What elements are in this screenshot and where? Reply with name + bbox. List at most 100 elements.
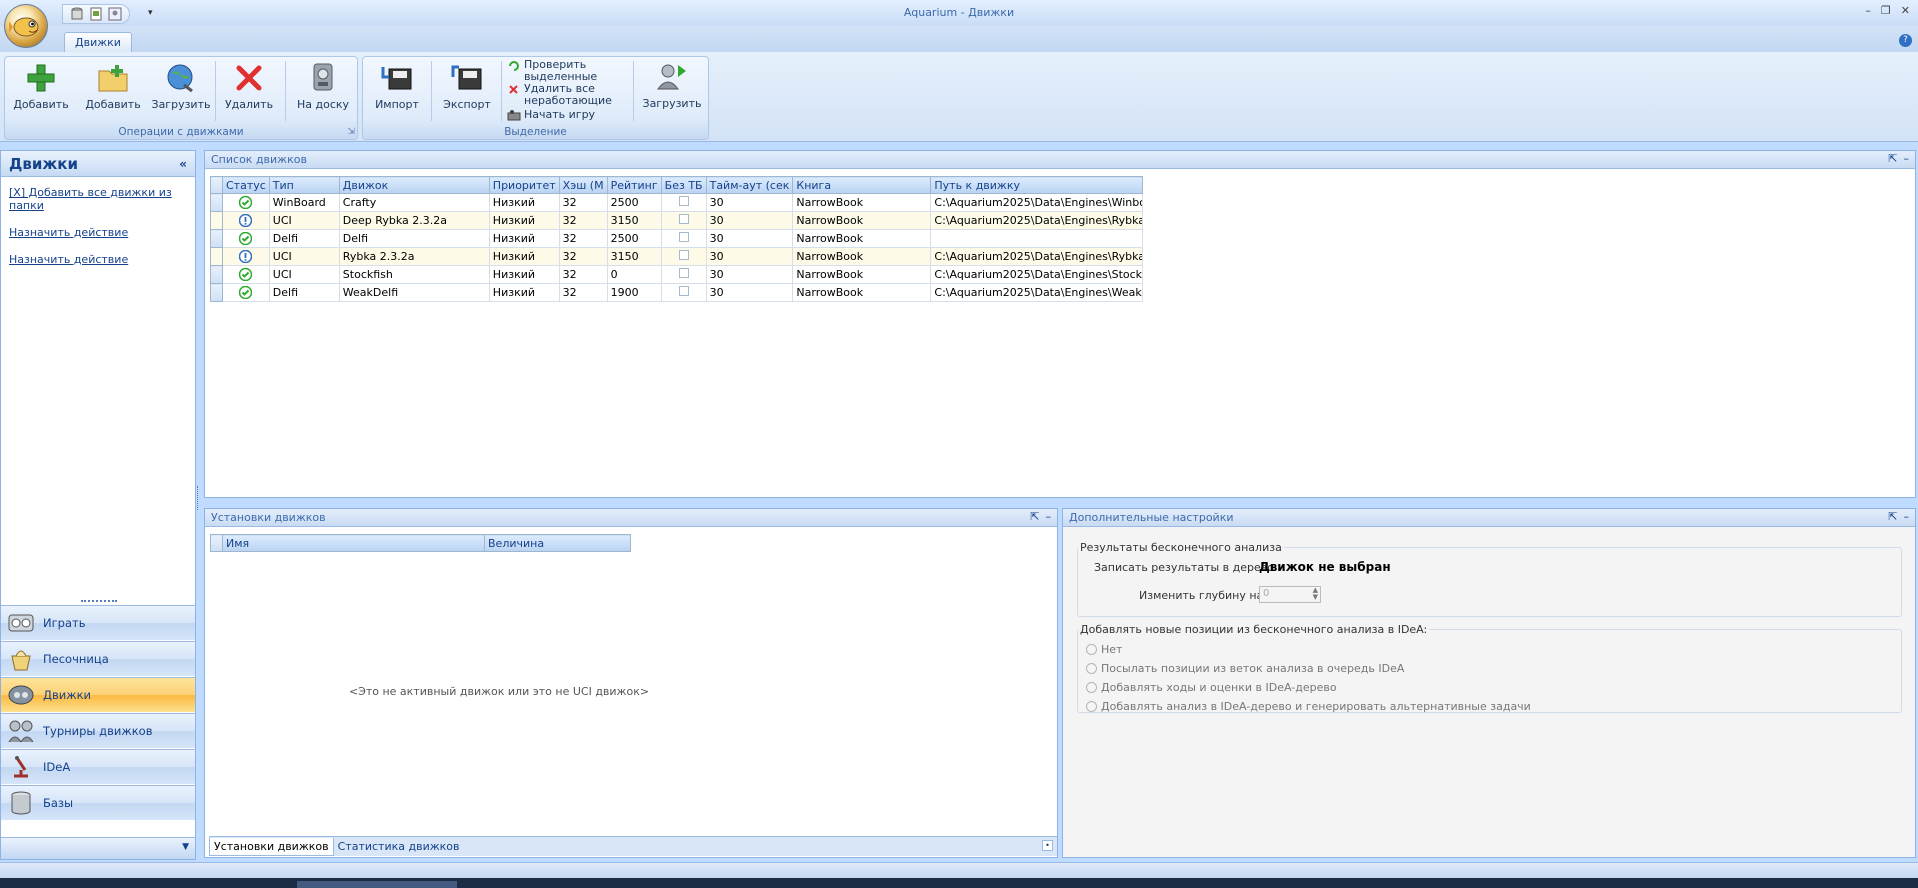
dialog-launcher-icon[interactable]: ⇲	[347, 127, 355, 137]
table-row[interactable]: UCI Rybka 2.3.2a Низкий 32 3150 30 NarrowBook C…	[210, 247, 1144, 266]
to-board-button[interactable]: На доску	[293, 61, 353, 117]
depth-spinner[interactable]: ▲ ▼ 0	[1259, 586, 1321, 603]
book-cell: NarrowBook	[792, 247, 932, 266]
column-header[interactable]: Имя	[222, 534, 485, 552]
tab-engine-statistics[interactable]: Статистика движков	[334, 838, 464, 856]
add-engine-button[interactable]: Добавить	[11, 61, 71, 117]
task-assign-action-link[interactable]: Назначить действие	[1, 250, 195, 269]
radio-add-moves[interactable]: Добавлять ходы и оценки в IDeA-дерево	[1086, 681, 1337, 694]
task-add-all-engines-link[interactable]: [X] Добавить все движки из папки	[1, 183, 195, 215]
column-header[interactable]: Хэш (М	[558, 176, 608, 194]
start-game-button[interactable]: Начать игру	[507, 109, 595, 123]
table-row[interactable]: WinBoard Crafty Низкий 32 2500 30 NarrowBook C:…	[210, 193, 1144, 212]
panel-title: Дополнительные настройки	[1069, 511, 1234, 524]
delete-engine-button[interactable]: Удалить	[219, 61, 279, 117]
user-qat-icon[interactable]	[107, 6, 123, 22]
remove-broken-button[interactable]: Удалить все неработающие	[507, 83, 612, 107]
row-indicator[interactable]	[210, 283, 223, 302]
nav-item-play[interactable]: Играть	[1, 605, 195, 640]
load-engine-button[interactable]: Загрузить	[151, 61, 211, 117]
checkbox[interactable]	[678, 268, 689, 278]
tab-menu-icon[interactable]: •	[1042, 840, 1053, 851]
database-qat-icon[interactable]	[69, 6, 85, 22]
minimize-button[interactable]: –	[1865, 4, 1871, 17]
nav-options-chevron-icon[interactable]: ▼	[182, 842, 189, 852]
nav-item-engines[interactable]: Движки	[1, 677, 195, 712]
document-qat-icon[interactable]	[88, 6, 104, 22]
nav-item-databases[interactable]: Базы	[1, 785, 195, 820]
hash-cell: 32	[558, 283, 608, 302]
column-header[interactable]: Рейтинг	[606, 176, 662, 194]
app-menu-button[interactable]	[4, 4, 48, 48]
float-panel-icon[interactable]: ⇱	[1030, 510, 1039, 523]
table-row[interactable]: UCI Deep Rybka 2.3.2a Низкий 32 3150 30 Narrow…	[210, 211, 1144, 230]
column-header[interactable]: Тип	[268, 176, 340, 194]
delete-x-icon	[232, 61, 266, 95]
import-button[interactable]: Импорт	[367, 61, 427, 117]
task-assign-action-link[interactable]: Назначить действие	[1, 223, 195, 242]
nav-item-sandbox[interactable]: Песочница	[1, 641, 195, 676]
qat-dropdown-icon[interactable]: ▾	[148, 8, 153, 18]
collapse-pane-icon[interactable]: «	[179, 157, 187, 171]
taskbar-active-item[interactable]	[297, 881, 457, 888]
checkbox[interactable]	[678, 286, 689, 296]
column-header[interactable]: Приоритет	[488, 176, 560, 194]
row-indicator[interactable]	[210, 265, 223, 284]
infinite-analysis-group: Результаты бесконечного анализа	[1077, 541, 1902, 617]
row-indicator[interactable]	[210, 229, 223, 248]
radio-add-analysis[interactable]: Добавлять анализ в IDeA-дерево и генерир…	[1086, 700, 1531, 713]
status-ok-icon	[239, 286, 253, 300]
checkbox[interactable]	[678, 232, 689, 242]
minimize-panel-icon[interactable]: –	[1904, 510, 1910, 523]
row-indicator[interactable]	[210, 211, 223, 230]
nav-item-tournaments[interactable]: Турниры движков	[1, 713, 195, 748]
table-row[interactable]: UCI Stockfish Низкий 32 0 30 NarrowBook C:\Aqua…	[210, 265, 1144, 284]
column-header[interactable]: Тайм-аут (сек	[705, 176, 794, 194]
float-panel-icon[interactable]: ⇱	[1888, 152, 1897, 165]
add-folder-button[interactable]: Добавить	[83, 61, 143, 117]
float-panel-icon[interactable]: ⇱	[1888, 510, 1897, 523]
check-selected-button[interactable]: Проверить выделенные	[507, 59, 597, 83]
nav-item-idea[interactable]: IDeA	[1, 749, 195, 784]
timeout-cell: 30	[705, 229, 794, 248]
radio-send-to-queue[interactable]: Посылать позиции из веток анализа в очер…	[1086, 662, 1404, 675]
checkbox[interactable]	[678, 250, 689, 260]
tab-engines[interactable]: Движки	[64, 32, 132, 52]
table-row[interactable]: Delfi Delfi Низкий 32 2500 30 NarrowBook	[210, 229, 1144, 248]
additional-settings-panel: Дополнительные настройки ⇱ – Результаты б…	[1062, 508, 1916, 858]
pane-resize-grip[interactable]	[81, 600, 117, 603]
vertical-splitter[interactable]	[197, 486, 200, 510]
table-header-row: Статус Тип Движок Приоритет Хэш (М Рейти…	[210, 176, 1144, 194]
column-header[interactable]: Без ТБ	[660, 176, 707, 194]
idea-icon	[7, 753, 35, 781]
column-header[interactable]: Величина	[484, 534, 631, 552]
load-play-button[interactable]: Загрузить	[642, 60, 702, 116]
checkbox[interactable]	[678, 196, 689, 206]
timeout-cell: 30	[705, 193, 794, 212]
column-header[interactable]: Движок	[338, 176, 490, 194]
pane-header: Движки «	[1, 151, 195, 177]
close-button[interactable]: ✕	[1901, 4, 1910, 17]
tab-engine-settings[interactable]: Установки движков	[209, 837, 334, 856]
radio-none[interactable]: Нет	[1086, 643, 1122, 656]
column-header[interactable]: Статус	[222, 176, 270, 194]
minimize-panel-icon[interactable]: –	[1046, 510, 1052, 523]
rating-cell: 0	[606, 265, 662, 284]
column-header[interactable]: Путь к движку	[930, 176, 1144, 194]
checkbox[interactable]	[678, 214, 689, 224]
nav-pane-footer: ▼	[1, 837, 195, 859]
engine-cell: Delfi	[338, 229, 490, 248]
hash-cell: 32	[558, 211, 608, 230]
panel-header: Дополнительные настройки ⇱ –	[1063, 509, 1915, 527]
hash-cell: 32	[558, 229, 608, 248]
table-row[interactable]: Delfi WeakDelfi Низкий 32 1900 30 NarrowBook C:…	[210, 283, 1144, 302]
spinner-arrows-icon[interactable]: ▲ ▼	[1313, 587, 1318, 601]
row-indicator[interactable]	[210, 193, 223, 212]
minimize-panel-icon[interactable]: –	[1904, 152, 1910, 165]
restore-button[interactable]: ❐	[1881, 4, 1891, 17]
row-indicator[interactable]	[210, 247, 223, 266]
help-icon[interactable]: ?	[1899, 34, 1912, 47]
export-button[interactable]: Экспорт	[437, 61, 497, 117]
column-header[interactable]: Книга	[792, 176, 932, 194]
refresh-check-icon	[509, 61, 519, 71]
